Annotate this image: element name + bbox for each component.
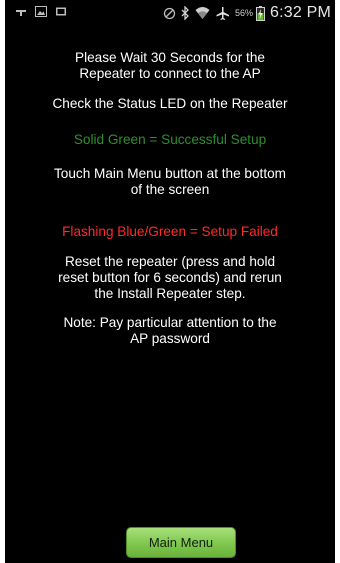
airplane-mode-icon [216, 6, 229, 20]
battery-charging-icon [256, 5, 265, 21]
message-notification-icon [56, 7, 66, 16]
bluetooth-icon [181, 6, 189, 20]
battery-percent: 56% [234, 8, 253, 18]
check-led-message: Check the Status LED on the Repeater [52, 96, 288, 111]
notification-icons [15, 6, 67, 17]
wait-message: Please Wait 30 Seconds for the Repeater … [75, 50, 265, 81]
touch-main-menu-message: Touch Main Menu button at the bottom of … [54, 166, 286, 197]
wifi-icon [195, 7, 210, 19]
clock: 6:32 PM [270, 4, 331, 21]
main-menu-button[interactable]: Main Menu [126, 527, 236, 558]
image-notification-icon [35, 6, 47, 17]
system-icons: 56% 6:32 PM [163, 2, 331, 24]
phone-screen: 56% 6:32 PM Please Wait 30 Seconds for t… [5, 0, 335, 563]
no-sim-icon [163, 7, 176, 19]
password-note: Note: Pay particular attention to the AP… [63, 315, 277, 346]
android-debug-icon [16, 10, 26, 16]
reset-instructions: Reset the repeater (press and hold reset… [58, 254, 282, 301]
status-bar: 56% 6:32 PM [5, 0, 335, 26]
success-indicator-text: Solid Green = Successful Setup [73, 132, 267, 147]
failure-indicator-text: Flashing Blue/Green = Setup Failed [62, 224, 278, 239]
